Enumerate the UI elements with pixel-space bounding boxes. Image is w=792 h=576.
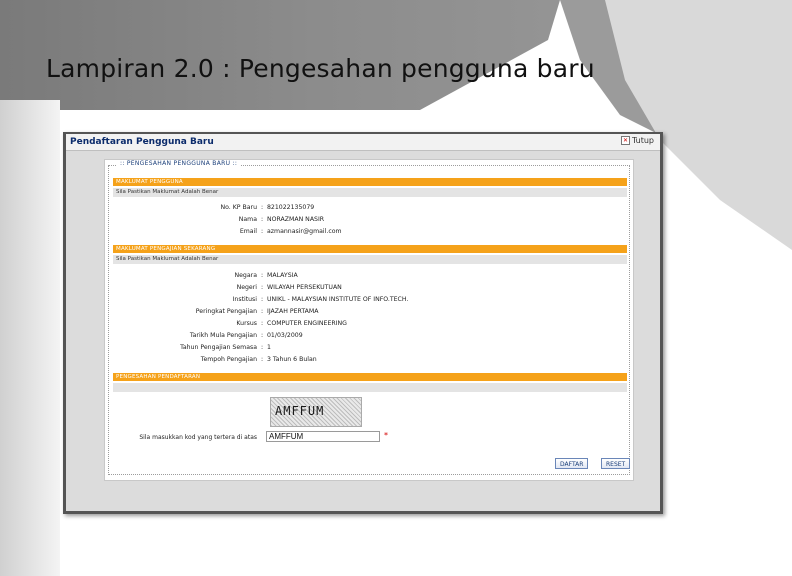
form-fieldset: :: PENGESAHAN PENGGUNA BARU :: MAKLUMAT … xyxy=(108,160,631,475)
captcha-label: Sila masukkan kod yang tertera di atas xyxy=(139,434,257,441)
row-institution: Institusi : UNIKL - MALAYSIAN INSTITUTE … xyxy=(109,296,629,306)
submit-button[interactable]: DAFTAR xyxy=(555,458,589,469)
captcha-text: AMFFUM xyxy=(275,404,325,418)
section-user-header: MAKLUMAT PENGGUNA xyxy=(113,178,627,186)
current-year-value: 1 xyxy=(267,344,271,351)
form-legend: :: PENGESAHAN PENGGUNA BARU :: xyxy=(117,160,241,167)
captcha-image: AMFFUM xyxy=(270,397,362,427)
screenshot-frame: Pendaftaran Pengguna Baru ✕ Tutup :: PEN… xyxy=(63,132,663,514)
required-mark: * xyxy=(384,431,388,440)
row-ic-number: No. KP Baru : 821022135079 xyxy=(109,204,629,214)
separator: : xyxy=(261,344,264,351)
separator: : xyxy=(261,204,264,211)
close-icon: ✕ xyxy=(620,136,630,145)
row-start-date: Tarikh Mula Pengajian : 01/03/2009 xyxy=(109,332,629,342)
close-label: Tutup xyxy=(631,136,654,145)
slide-title: Lampiran 2.0 : Pengesahan pengguna baru xyxy=(46,54,595,83)
section-study-header: MAKLUMAT PENGAJIAN SEKARANG xyxy=(113,245,627,253)
separator: : xyxy=(261,356,264,363)
form-panel: :: PENGESAHAN PENGGUNA BARU :: MAKLUMAT … xyxy=(104,159,634,481)
row-email: Email : azmannasir@gmail.com xyxy=(109,228,629,238)
row-name: Nama : NORAZMAN NASIR xyxy=(109,216,629,226)
country-label: Negara xyxy=(234,272,258,279)
separator: : xyxy=(261,296,264,303)
window-titlebar: Pendaftaran Pengguna Baru ✕ Tutup xyxy=(66,134,660,151)
separator: : xyxy=(261,284,264,291)
slide-decoration-left-gradient xyxy=(0,100,60,576)
institution-value: UNIKL - MALAYSIAN INSTITUTE OF INFO.TECH… xyxy=(267,296,409,303)
captcha-input[interactable] xyxy=(266,431,380,442)
duration-label: Tempoh Pengajian xyxy=(200,356,257,363)
email-label: Email xyxy=(239,228,257,235)
name-label: Nama xyxy=(238,216,257,223)
row-country: Negara : MALAYSIA xyxy=(109,272,629,282)
institution-label: Institusi xyxy=(232,296,257,303)
ic-number-value: 821022135079 xyxy=(267,204,315,211)
separator: : xyxy=(261,320,264,327)
section-study-subtitle: Sila Pastikan Maklumat Adalah Benar xyxy=(113,255,627,264)
row-current-year: Tahun Pengajian Semasa : 1 xyxy=(109,344,629,354)
course-value: COMPUTER ENGINEERING xyxy=(267,320,347,327)
country-value: MALAYSIA xyxy=(267,272,298,279)
state-value: WILAYAH PERSEKUTUAN xyxy=(267,284,342,291)
name-value: NORAZMAN NASIR xyxy=(267,216,325,223)
state-label: Negeri xyxy=(236,284,257,291)
study-level-label: Peringkat Pengajian xyxy=(195,308,257,315)
row-duration: Tempoh Pengajian : 3 Tahun 6 Bulan xyxy=(109,356,629,366)
row-state: Negeri : WILAYAH PERSEKUTUAN xyxy=(109,284,629,294)
window-title: Pendaftaran Pengguna Baru xyxy=(70,137,214,147)
course-label: Kursus xyxy=(236,320,257,327)
separator: : xyxy=(261,332,264,339)
section-user-subtitle: Sila Pastikan Maklumat Adalah Benar xyxy=(113,188,627,197)
separator: : xyxy=(261,272,264,279)
separator: : xyxy=(261,308,264,315)
start-date-label: Tarikh Mula Pengajian xyxy=(189,332,257,339)
registration-window: Pendaftaran Pengguna Baru ✕ Tutup :: PEN… xyxy=(66,134,660,511)
row-study-level: Peringkat Pengajian : IJAZAH PERTAMA xyxy=(109,308,629,318)
section-confirm-header: PENGESAHAN PENDAFTARAN xyxy=(113,373,627,381)
reset-button[interactable]: RESET xyxy=(601,458,631,469)
separator: : xyxy=(261,228,264,235)
duration-value: 3 Tahun 6 Bulan xyxy=(267,356,317,363)
ic-number-label: No. KP Baru xyxy=(220,204,258,211)
section-confirm-subtitle xyxy=(113,383,627,392)
close-button[interactable]: ✕ Tutup xyxy=(620,136,654,145)
study-level-value: IJAZAH PERTAMA xyxy=(267,308,319,315)
email-value: azmannasir@gmail.com xyxy=(267,228,342,235)
current-year-label: Tahun Pengajian Semasa xyxy=(180,344,257,351)
separator: : xyxy=(261,216,264,223)
row-course: Kursus : COMPUTER ENGINEERING xyxy=(109,320,629,330)
start-date-value: 01/03/2009 xyxy=(267,332,303,339)
